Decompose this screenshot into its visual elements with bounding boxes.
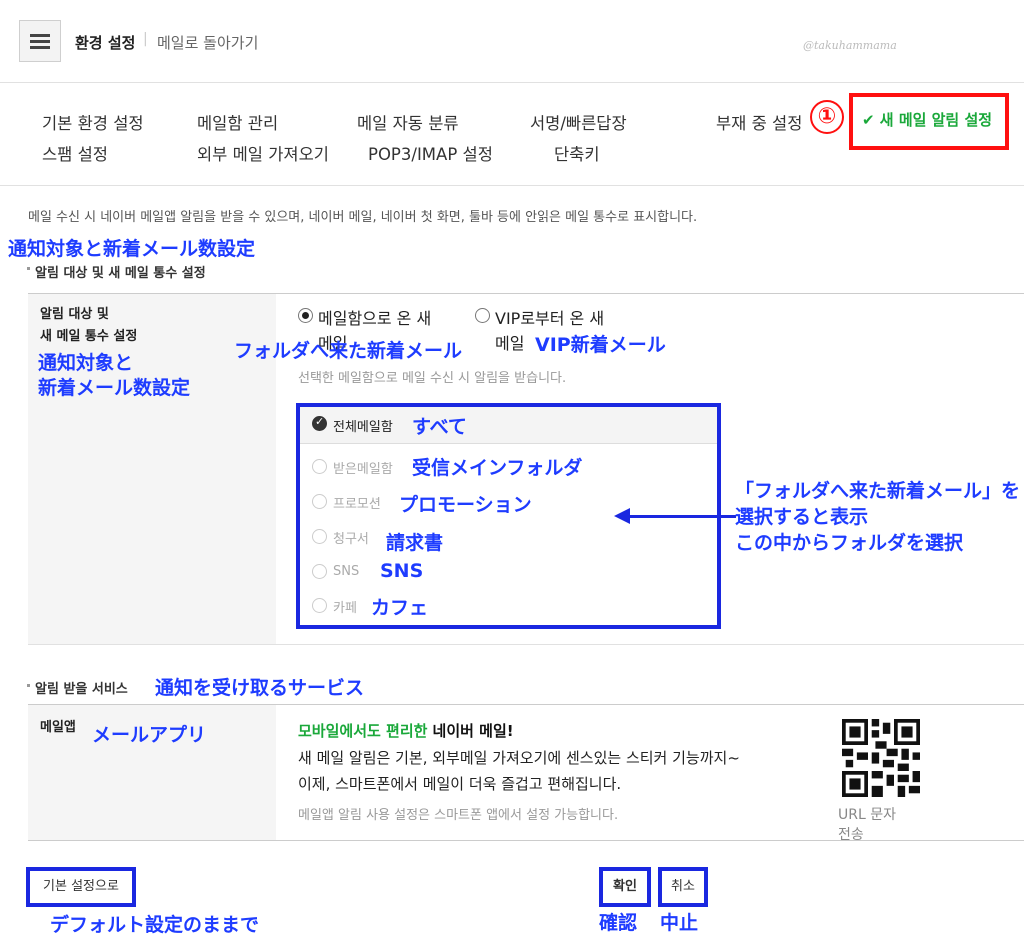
promo-black-text: 네이버 메일! bbox=[432, 722, 514, 740]
promo-body-line1: 새 메일 알림은 기본, 외부메일 가져오기에 센스있는 스티커 기능까지~ bbox=[298, 749, 740, 767]
radio-folder-annotation: フォルダへ来た新着メール bbox=[234, 340, 463, 362]
reset-default-annotation: デフォルト設定のままで bbox=[50, 914, 260, 936]
radio-vip-mail-label-line1: VIP로부터 온 새 bbox=[495, 309, 605, 328]
radio-folder-mail[interactable] bbox=[298, 308, 313, 323]
arrow-note-line3: この中からフォルダを選択 bbox=[735, 532, 964, 554]
tab-shortcuts[interactable]: 단축키 bbox=[554, 141, 600, 165]
folder-annotation-all: すべて bbox=[412, 416, 467, 438]
tab-spam[interactable]: 스팸 설정 bbox=[42, 141, 108, 165]
tab-signature[interactable]: 서명/빠른답장 bbox=[530, 110, 627, 134]
folder-checkbox-all[interactable] bbox=[312, 415, 327, 431]
radio-vip-mail[interactable] bbox=[475, 308, 490, 323]
arrow-note-line1: 「フォルダへ来た新着メール」を bbox=[735, 480, 1021, 502]
tab-auto-sort[interactable]: 메일 자동 분류 bbox=[357, 110, 459, 134]
section2-title: 알림 받을 서비스 bbox=[35, 682, 128, 697]
menu-icon[interactable] bbox=[19, 20, 61, 62]
folder-label-all: 전체메일함 bbox=[333, 420, 393, 435]
folder-checkbox-inbox[interactable] bbox=[312, 459, 327, 474]
tab-mailbox-management[interactable]: 메일함 관리 bbox=[197, 110, 278, 134]
tab-absence[interactable]: 부재 중 설정 bbox=[716, 110, 802, 134]
back-to-mail-link[interactable]: 메일로 돌아가기 bbox=[157, 32, 258, 53]
section1-annotation: 通知対象と新着メール数設定 bbox=[8, 238, 256, 260]
folder-label-inbox: 받은메일함 bbox=[333, 462, 393, 477]
section1-label-line1: 알림 대상 및 bbox=[40, 307, 109, 322]
page-title: 환경 설정 bbox=[75, 34, 136, 52]
qr-caption-line2: 전송 bbox=[838, 827, 864, 843]
cancel-button[interactable]: 취소 bbox=[658, 867, 708, 907]
arrow-line bbox=[628, 515, 736, 518]
reset-default-button[interactable]: 기본 설정으로 bbox=[26, 867, 136, 907]
section2-annotation: 通知を受け取るサービス bbox=[155, 677, 365, 699]
promo-body-line2: 이제, 스마트폰에서 메일이 더욱 즐겁고 편해집니다. bbox=[298, 775, 622, 793]
folder-annotation-promotion: プロモーション bbox=[399, 494, 532, 516]
header-separator: | bbox=[143, 31, 148, 47]
folder-label-bills: 청구서 bbox=[333, 532, 369, 547]
folder-label-promotion: 프로모션 bbox=[333, 497, 381, 512]
qr-code-icon[interactable] bbox=[842, 719, 920, 797]
section1-title: 알림 대상 및 새 메일 통수 설정 bbox=[35, 266, 206, 281]
watermark: @takuhammama bbox=[803, 39, 897, 52]
section2-label-annotation: メールアプリ bbox=[92, 724, 207, 746]
page-description: 메일 수신 시 네이버 메일앱 알림을 받을 수 있으며, 네이버 메일, 네이… bbox=[28, 210, 698, 225]
radio-vip-mail-label-line2: 메일 bbox=[495, 334, 525, 353]
folder-label-sns: SNS bbox=[333, 564, 360, 579]
promo-headline: 모바일에서도 편리한 네이버 메일! bbox=[298, 720, 514, 741]
confirm-button[interactable]: 확인 bbox=[599, 867, 651, 907]
section1-label-line2: 새 메일 통수 설정 bbox=[40, 329, 138, 344]
tab-pop3-imap[interactable]: POP3/IMAP 설정 bbox=[368, 141, 493, 165]
annotation-number-one: ① bbox=[810, 100, 844, 134]
tab-external-mail[interactable]: 외부 메일 가져오기 bbox=[197, 141, 329, 165]
folder-label-cafe: 카페 bbox=[333, 601, 357, 616]
qr-caption-line1: URL 문자 bbox=[838, 807, 896, 823]
mailapp-hint: 메일앱 알림 사용 설정은 스마트폰 앱에서 설정 가능합니다. bbox=[298, 808, 619, 823]
cancel-annotation: 中止 bbox=[660, 912, 699, 934]
section2-label: 메일앱 bbox=[40, 720, 76, 735]
tab-new-mail-alert[interactable]: ✔ 새 메일 알림 설정 bbox=[862, 109, 992, 130]
section1-label-annotation-line1: 通知対象と bbox=[38, 352, 134, 374]
radio-folder-mail-label-line1: 메일함으로 온 새 bbox=[318, 309, 432, 328]
promo-green-text: 모바일에서도 편리한 bbox=[298, 722, 428, 740]
folder-annotation-cafe: カフェ bbox=[371, 597, 429, 619]
radio-vip-annotation: VIP新着メール bbox=[535, 334, 666, 356]
tab-basic-settings[interactable]: 기본 환경 설정 bbox=[42, 110, 144, 134]
folder-checkbox-cafe[interactable] bbox=[312, 598, 327, 613]
folder-annotation-inbox: 受信メインフォルダ bbox=[412, 457, 583, 479]
folder-annotation-sns: SNS bbox=[380, 560, 424, 582]
folder-annotation-bills: 請求書 bbox=[386, 532, 444, 554]
folder-checkbox-sns[interactable] bbox=[312, 564, 327, 579]
section1-label-annotation-line2: 新着メール数設定 bbox=[38, 377, 191, 399]
arrow-note-line2: 選択すると表示 bbox=[735, 506, 869, 528]
folder-checkbox-bills[interactable] bbox=[312, 529, 327, 544]
folder-hint: 선택한 메일함으로 메일 수신 시 알림을 받습니다. bbox=[298, 371, 567, 386]
confirm-annotation: 確認 bbox=[599, 912, 638, 934]
folder-checkbox-promotion[interactable] bbox=[312, 494, 327, 509]
